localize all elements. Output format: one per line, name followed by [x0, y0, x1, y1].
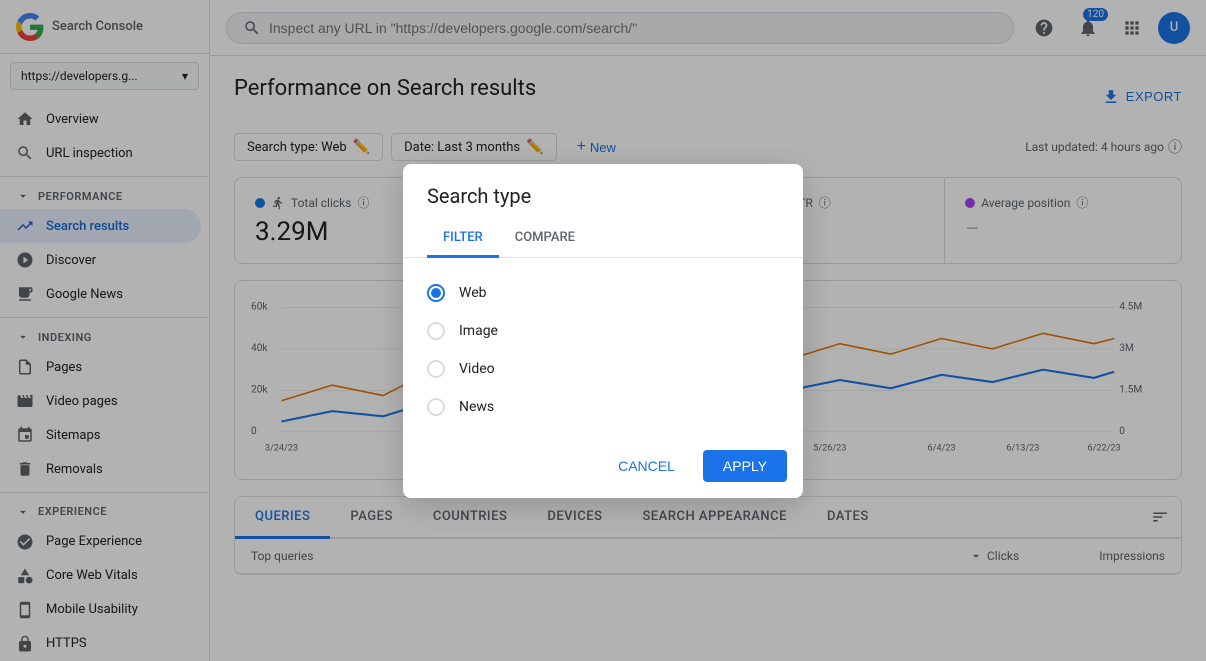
radio-web-label: Web — [459, 285, 487, 301]
radio-video-label: Video — [459, 361, 495, 377]
search-type-modal: Search type FILTER COMPARE Web Image Vid… — [403, 164, 803, 498]
modal-tabs: FILTER COMPARE — [403, 220, 803, 258]
radio-news-circle — [427, 398, 445, 416]
radio-web[interactable]: Web — [427, 274, 779, 312]
modal-overlay[interactable]: Search type FILTER COMPARE Web Image Vid… — [0, 0, 1206, 661]
radio-news-label: News — [459, 399, 494, 415]
modal-tab-filter[interactable]: FILTER — [427, 220, 499, 258]
modal-tab-compare[interactable]: COMPARE — [499, 220, 591, 258]
modal-actions: CANCEL APPLY — [403, 442, 803, 498]
modal-body: Web Image Video News — [403, 258, 803, 442]
radio-video[interactable]: Video — [427, 350, 779, 388]
radio-image-label: Image — [459, 323, 498, 339]
radio-video-circle — [427, 360, 445, 378]
radio-image-circle — [427, 322, 445, 340]
radio-image[interactable]: Image — [427, 312, 779, 350]
apply-button[interactable]: APPLY — [703, 450, 787, 482]
radio-news[interactable]: News — [427, 388, 779, 426]
modal-title: Search type — [403, 164, 803, 208]
cancel-button[interactable]: CANCEL — [598, 450, 695, 482]
radio-web-circle — [427, 284, 445, 302]
